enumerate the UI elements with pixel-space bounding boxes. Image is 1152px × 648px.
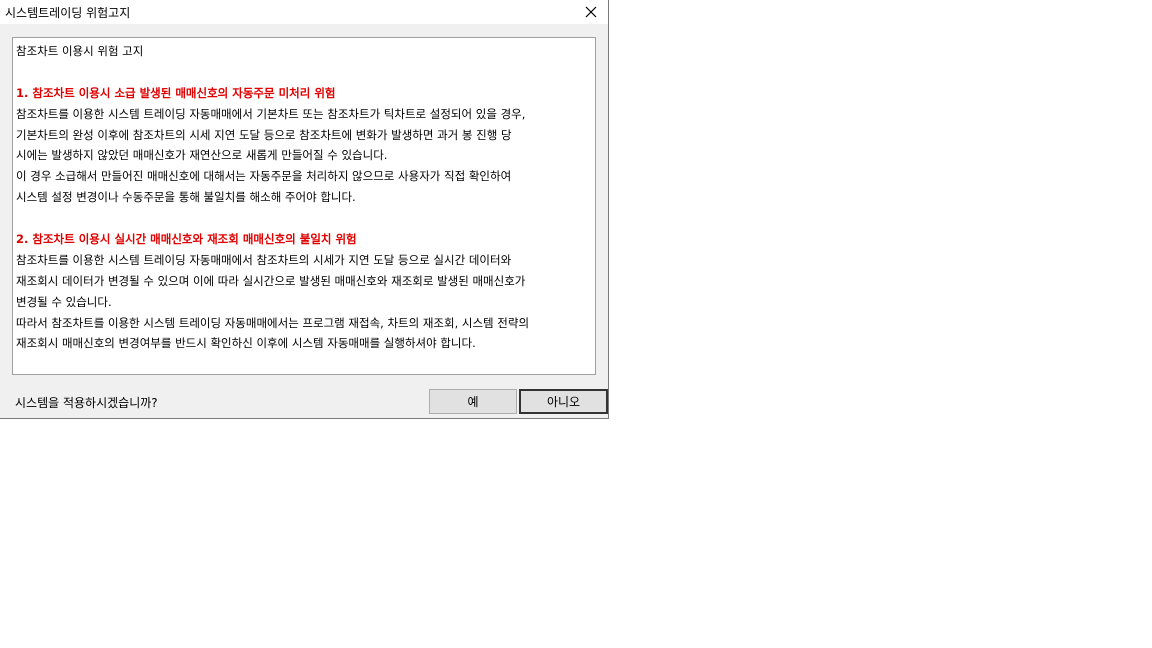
close-icon bbox=[585, 6, 597, 18]
title-bar: 시스템트레이딩 위험고지 bbox=[0, 0, 608, 24]
section1-line: 기본차트의 완성 이후에 참조차트의 시세 지연 도달 등으로 참조차트에 변화… bbox=[16, 127, 512, 142]
section1-line: 시스템 설정 변경이나 수동주문을 통해 불일치를 해소해 주어야 합니다. bbox=[16, 190, 356, 205]
section2-line: 재조회시 매매신호의 변경여부를 반드시 확인하신 이후에 시스템 자동매매를 … bbox=[16, 336, 476, 351]
section2-line: 참조차트를 이용한 시스템 트레이딩 자동매매에서 참조차트의 시세가 지연 도… bbox=[16, 252, 512, 267]
section2-line: 재조회시 데이터가 변경될 수 있으며 이에 따라 실시간으로 발생된 매매신호… bbox=[16, 273, 526, 288]
section2-line: 변경될 수 있습니다. bbox=[16, 294, 112, 309]
notice-text-box[interactable]: 참조차트 이용시 위험 고지 1. 참조차트 이용시 소급 발생된 매매신호의 … bbox=[12, 37, 596, 375]
risk-notice-dialog: 시스템트레이딩 위험고지 참조차트 이용시 위험 고지 1. 참조차트 이용시 … bbox=[0, 0, 609, 419]
yes-button[interactable]: 예 bbox=[429, 389, 517, 414]
no-button[interactable]: 아니오 bbox=[519, 389, 608, 414]
section1-line: 시에는 발생하지 않았던 매매신호가 재연산으로 새롭게 만들어질 수 있습니다… bbox=[16, 148, 388, 163]
apply-system-question: 시스템을 적용하시겠습니까? bbox=[15, 396, 158, 410]
window-title: 시스템트레이딩 위험고지 bbox=[5, 6, 131, 20]
section2-title: 2. 참조차트 이용시 실시간 매매신호와 재조회 매매신호의 불일치 위험 bbox=[16, 232, 357, 247]
section1-line: 이 경우 소급해서 만들어진 매매신호에 대해서는 자동주문을 처리하지 않으므… bbox=[16, 169, 512, 184]
close-button[interactable] bbox=[578, 0, 604, 24]
notice-heading: 참조차트 이용시 위험 고지 bbox=[16, 44, 144, 58]
section1-line: 참조차트를 이용한 시스템 트레이딩 자동매매에서 기본차트 또는 참조차트가 … bbox=[16, 106, 526, 121]
section2-line: 따라서 참조차트를 이용한 시스템 트레이딩 자동매매에서는 프로그램 재접속,… bbox=[16, 315, 530, 330]
section1-title: 1. 참조차트 이용시 소급 발생된 매매신호의 자동주문 미처리 위험 bbox=[16, 85, 336, 100]
